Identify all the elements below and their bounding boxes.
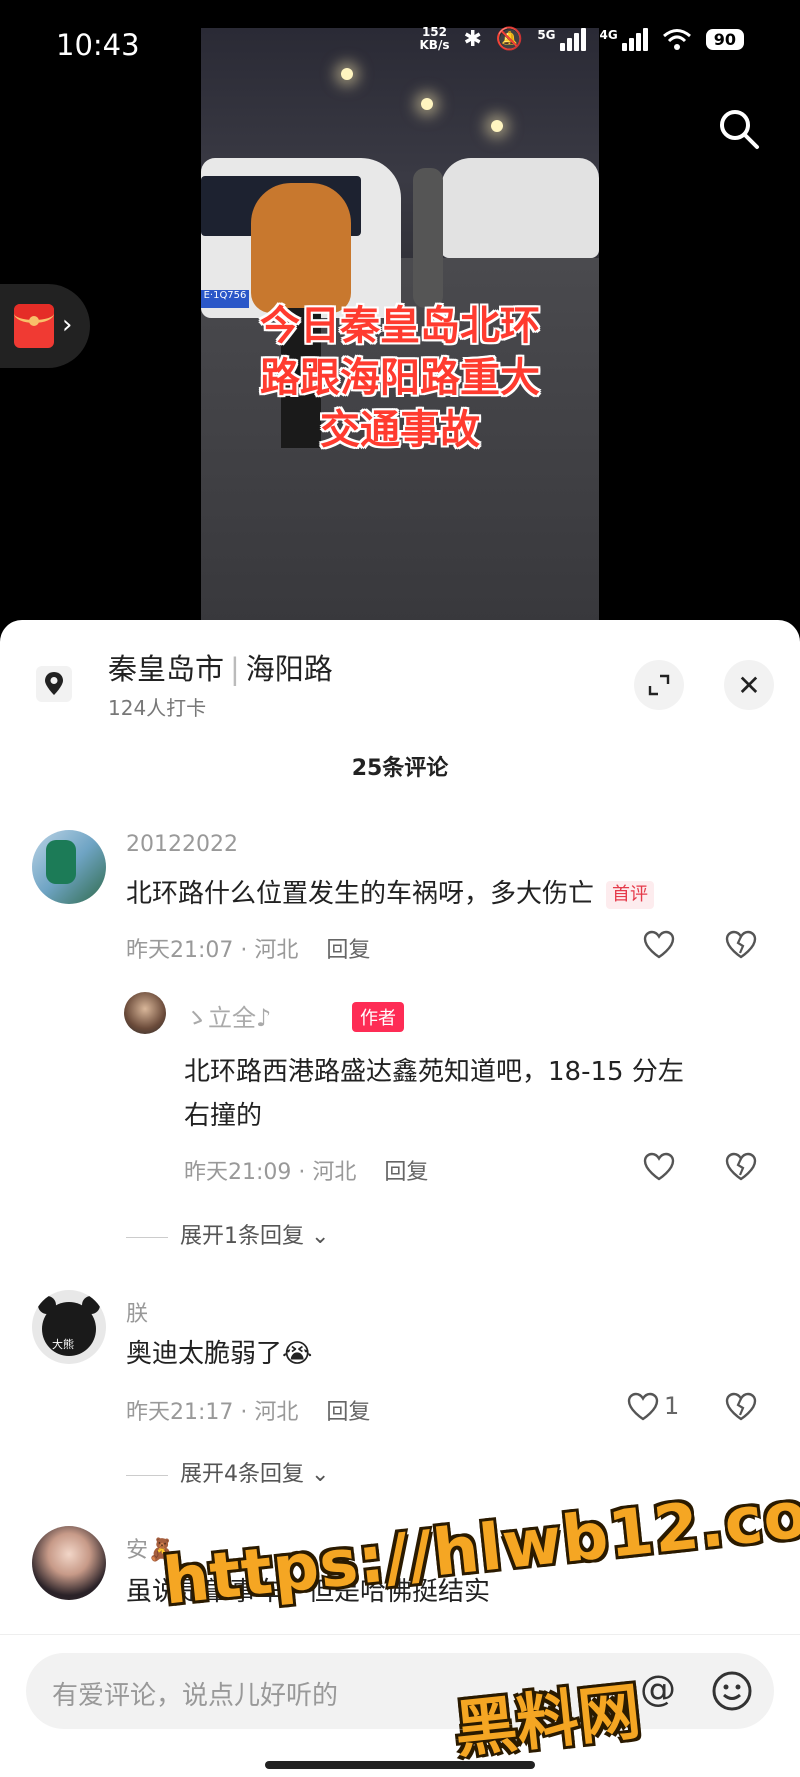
location-title[interactable]: 秦皇岛市 | 海阳路 bbox=[108, 646, 333, 688]
comment-username[interactable]: 朕 bbox=[126, 1296, 148, 1328]
signal-label: 5G bbox=[537, 27, 556, 42]
expand-replies-button[interactable]: 展开4条回复 ⌄ bbox=[126, 1456, 329, 1488]
comment-username[interactable]: 20122022 bbox=[126, 832, 238, 857]
reply-text-line: 右撞的 bbox=[184, 1101, 263, 1131]
street-light bbox=[491, 120, 503, 132]
reply-meta: 昨天21:09 · 河北 回复 bbox=[184, 1154, 428, 1186]
avatar[interactable] bbox=[124, 992, 166, 1034]
status-icons: 152 KB/s ✱ 🔕 5G 4G 90 bbox=[420, 26, 744, 52]
search-icon[interactable] bbox=[714, 104, 764, 154]
reply-text: 北环路西港路盛达鑫苑知道吧，18-15 分左 右撞的 bbox=[184, 1050, 684, 1138]
status-time: 10:43 bbox=[56, 28, 140, 62]
avatar-text: 大熊 bbox=[52, 1338, 74, 1351]
signal-bar bbox=[566, 37, 572, 51]
signal-bar bbox=[621, 42, 627, 51]
screen: E·1Q756 今日秦皇岛北环 路跟海阳路重大 交通事故 10:43 152 K… bbox=[0, 0, 800, 1777]
signal-bar bbox=[635, 32, 641, 51]
heart-icon[interactable] bbox=[642, 928, 676, 962]
heart-icon[interactable] bbox=[626, 1390, 660, 1424]
avatar-bear-ear bbox=[82, 1296, 100, 1314]
red-packet-icon bbox=[14, 304, 54, 348]
first-comment-badge: 首评 bbox=[606, 880, 655, 909]
comment-input-placeholder: 有爱评论，说点儿好听的 bbox=[52, 1681, 339, 1711]
location-pin-icon bbox=[36, 666, 72, 702]
net-speed: 152 KB/s bbox=[420, 26, 450, 52]
comment-text-body: 北环路什么位置发生的车祸呀，多大伤亡 bbox=[126, 879, 595, 909]
video-person-orange bbox=[251, 183, 351, 313]
expand-button[interactable] bbox=[634, 660, 684, 710]
location-city: 秦皇岛市 bbox=[108, 652, 225, 686]
location-separator: | bbox=[230, 652, 240, 686]
signal-bar bbox=[559, 42, 565, 51]
video-caption-line: 今日秦皇岛北环 bbox=[260, 303, 540, 349]
reply-button[interactable]: 回复 bbox=[384, 1160, 428, 1185]
red-packet-button[interactable]: › bbox=[0, 284, 90, 368]
signal-bar bbox=[642, 27, 648, 51]
close-icon: ✕ bbox=[737, 668, 761, 702]
avatar-bear-ear bbox=[38, 1296, 56, 1314]
video-person-grey bbox=[413, 168, 443, 308]
reply-username[interactable]: ゝ立全♪ bbox=[184, 998, 271, 1033]
avatar[interactable] bbox=[32, 1526, 106, 1600]
reply-text-line: 北环路西港路盛达鑫苑知道吧，18-15 分左 bbox=[184, 1057, 684, 1087]
mention-icon[interactable]: @ bbox=[640, 1669, 676, 1710]
video-caption-line: 交通事故 bbox=[320, 407, 480, 453]
emoji-icon[interactable] bbox=[710, 1669, 754, 1713]
comment-meta: 昨天21:17 · 河北 回复 bbox=[126, 1394, 370, 1426]
reply-button[interactable]: 回复 bbox=[326, 1400, 370, 1425]
close-button[interactable]: ✕ bbox=[724, 660, 774, 710]
signal-bar bbox=[573, 32, 579, 51]
avatar-shape bbox=[46, 840, 76, 884]
video-caption: 今日秦皇岛北环 路跟海阳路重大 交通事故 bbox=[201, 300, 599, 456]
battery-icon: 90 bbox=[705, 28, 744, 50]
comment-time-region: 昨天21:17 · 河北 bbox=[126, 1400, 299, 1425]
chevron-right-icon: › bbox=[62, 310, 73, 340]
signal-bar bbox=[580, 27, 586, 51]
author-badge: 作者 bbox=[352, 1002, 404, 1032]
street-light bbox=[341, 68, 353, 80]
reply-button[interactable]: 回复 bbox=[326, 938, 370, 963]
avatar[interactable] bbox=[32, 830, 106, 904]
signal-5g-icon: 5G bbox=[537, 27, 586, 51]
mute-bell-icon: 🔕 bbox=[495, 26, 524, 52]
location-road: 海阳路 bbox=[245, 652, 333, 686]
expand-icon bbox=[648, 674, 670, 696]
video-car-right bbox=[441, 158, 599, 258]
like-count: 1 bbox=[664, 1392, 680, 1420]
dislike-icon[interactable] bbox=[724, 1150, 758, 1184]
location-checkins: 124人打卡 bbox=[108, 696, 207, 720]
signal-label: 4G bbox=[599, 27, 618, 42]
dislike-icon[interactable] bbox=[724, 1390, 758, 1424]
comment-text: 北环路什么位置发生的车祸呀，多大伤亡 首评 bbox=[126, 872, 655, 916]
bluetooth-icon: ✱ bbox=[463, 26, 482, 52]
video-player[interactable]: E·1Q756 今日秦皇岛北环 路跟海阳路重大 交通事故 bbox=[201, 28, 599, 628]
street-light bbox=[421, 98, 433, 110]
signal-bar bbox=[628, 37, 634, 51]
video-caption-line: 路跟海阳路重大 bbox=[260, 355, 540, 401]
signal-4g-icon: 4G bbox=[599, 27, 648, 51]
comment-sheet: 秦皇岛市 | 海阳路 124人打卡 ✕ 25条评论 20122022 北环路什么位置… bbox=[0, 620, 800, 1777]
comment-input[interactable]: 有爱评论，说点儿好听的 @ bbox=[26, 1653, 774, 1729]
wifi-icon bbox=[662, 29, 691, 50]
comment-meta: 昨天21:07 · 河北 回复 bbox=[126, 932, 370, 964]
dislike-icon[interactable] bbox=[724, 928, 758, 962]
avatar[interactable]: 大熊 bbox=[32, 1290, 106, 1364]
net-speed-unit: KB/s bbox=[419, 38, 450, 52]
heart-icon[interactable] bbox=[642, 1150, 676, 1184]
reply-time-region: 昨天21:09 · 河北 bbox=[184, 1160, 357, 1185]
comment-input-bar: 有爱评论，说点儿好听的 @ bbox=[0, 1634, 800, 1777]
comment-count: 25条评论 bbox=[351, 756, 449, 781]
comment-time-region: 昨天21:07 · 河北 bbox=[126, 938, 299, 963]
expand-replies-button[interactable]: 展开1条回复 ⌄ bbox=[126, 1218, 329, 1250]
comment-text: 奥迪太脆弱了😭 bbox=[126, 1339, 313, 1369]
